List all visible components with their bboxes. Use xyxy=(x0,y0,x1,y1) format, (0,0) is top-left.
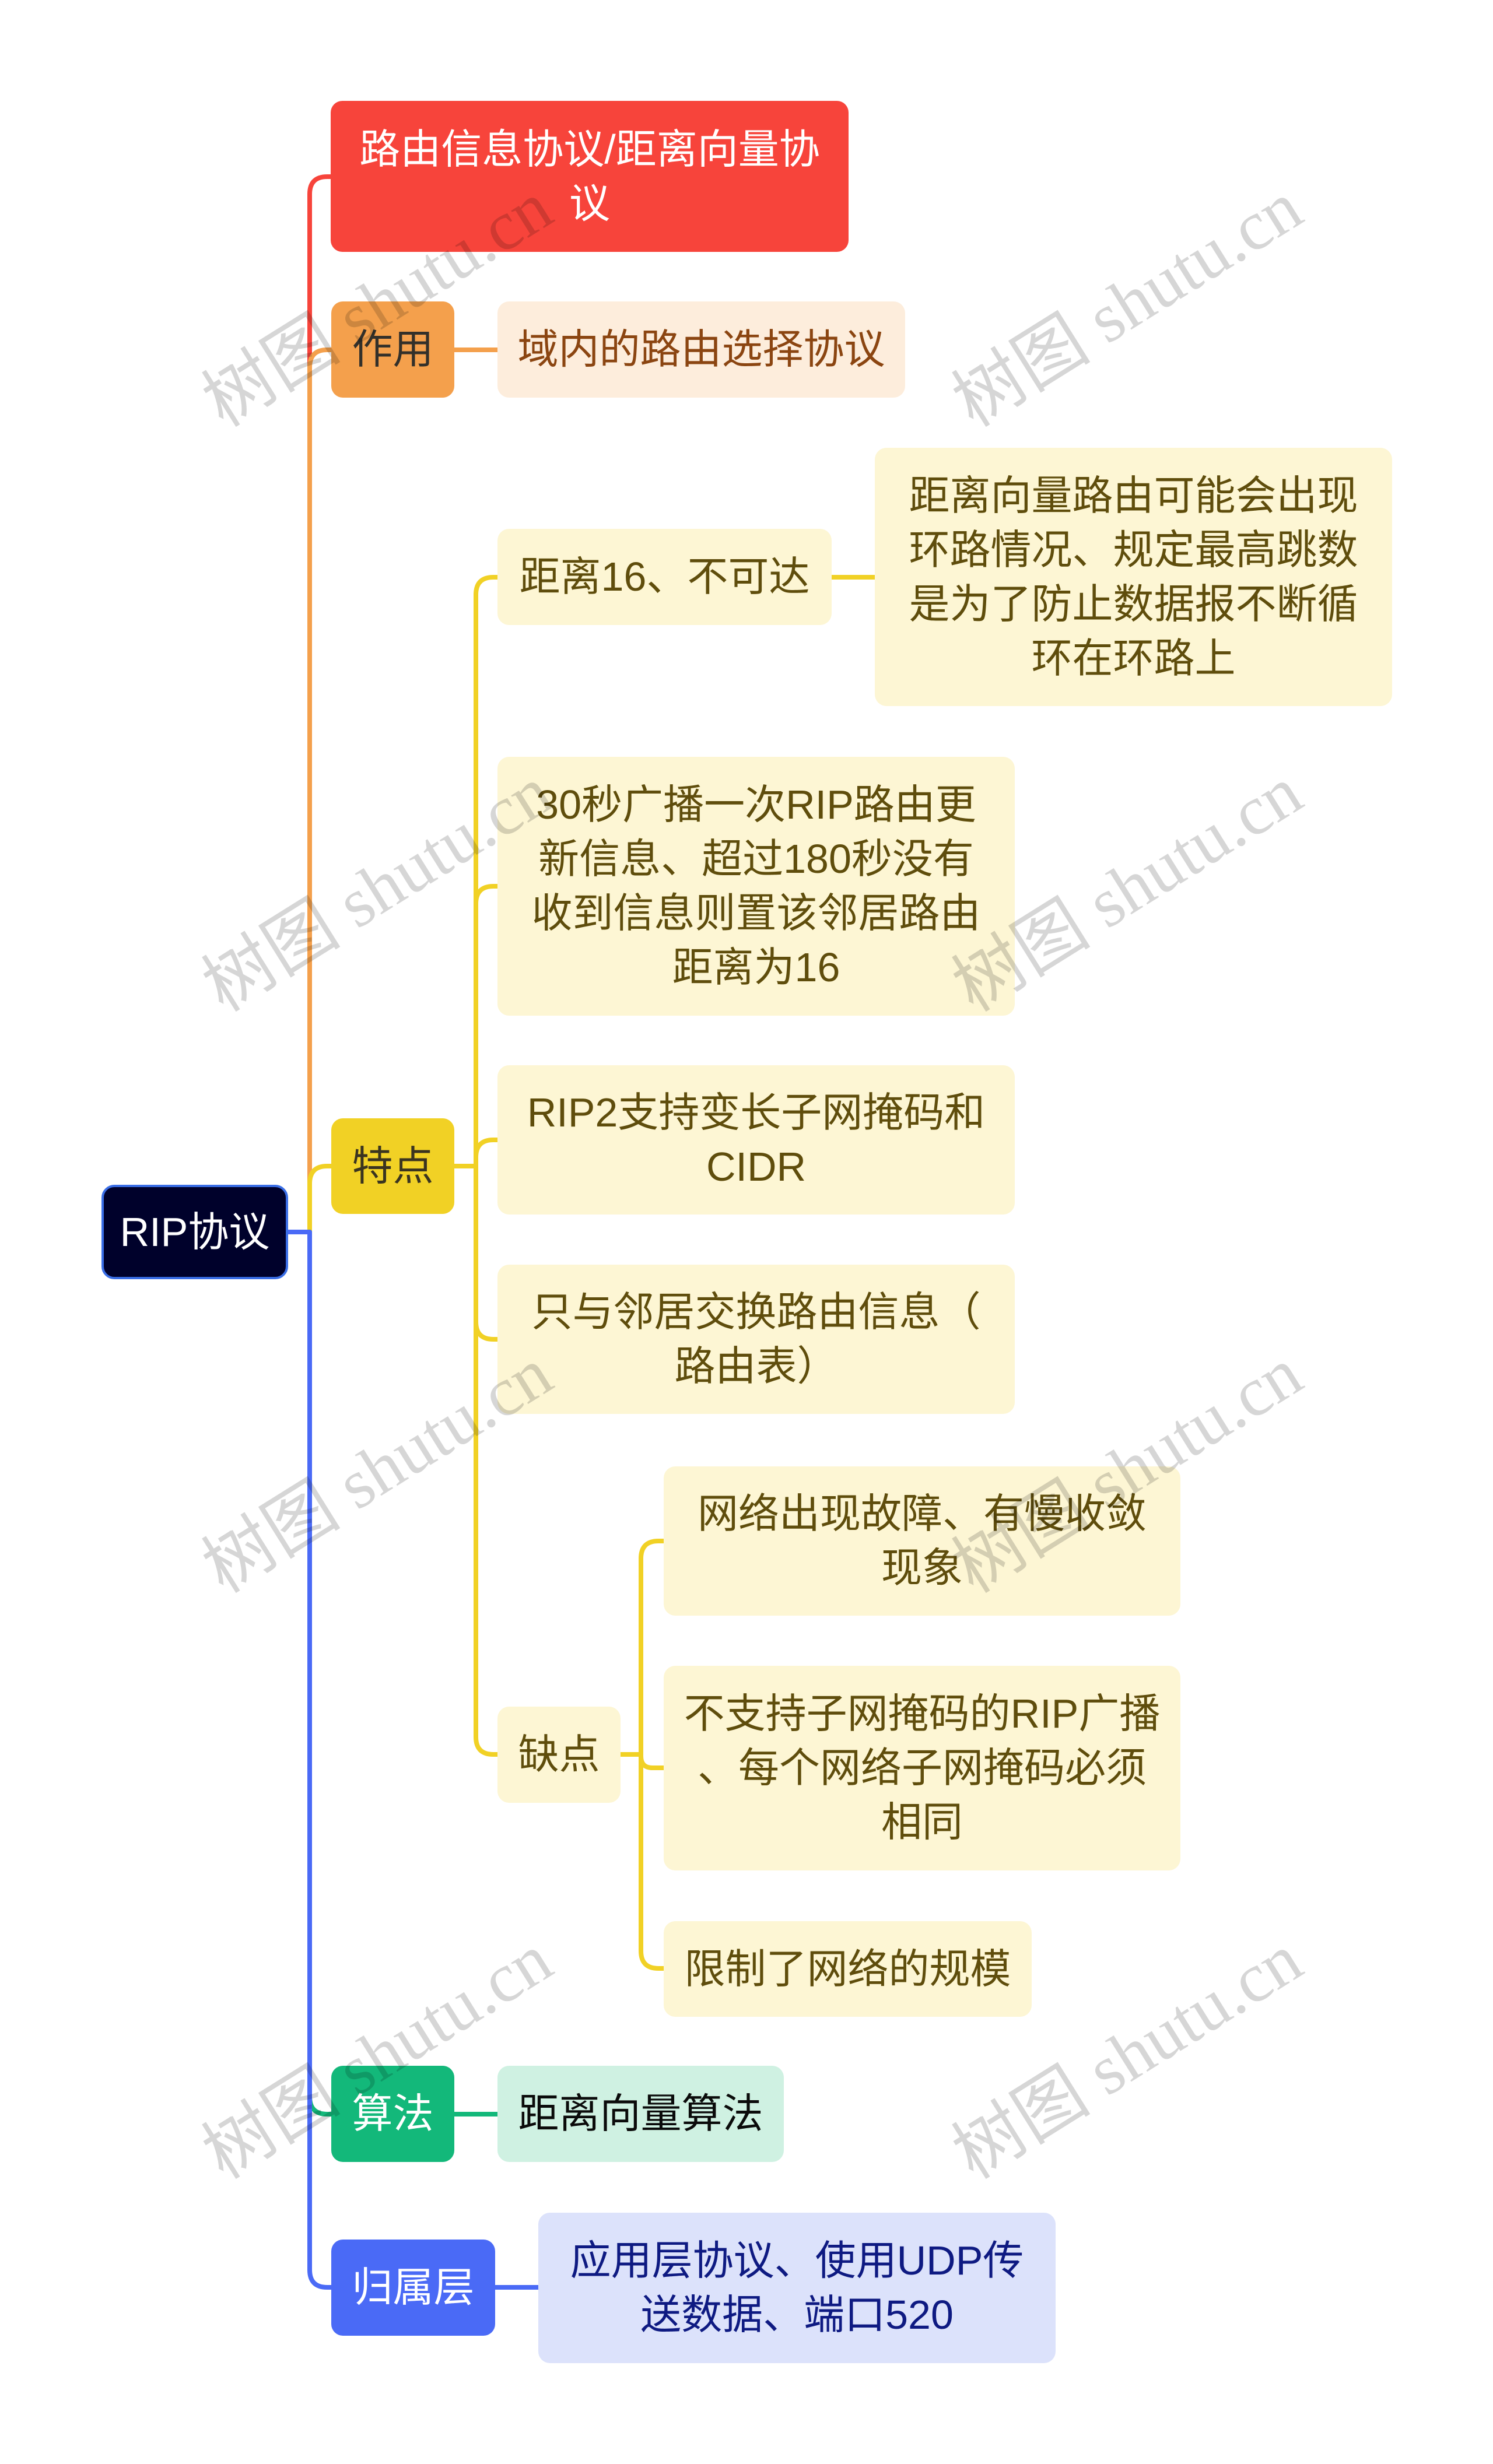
node-label: 归属层 xyxy=(352,2265,475,2310)
node-slow-convergence: 网络出现故障、有慢收敛 现象 xyxy=(664,1466,1180,1616)
node-intra-domain-routing: 域内的路由选择协议 xyxy=(497,301,905,398)
node-distance-16-unreachable: 距离16、不可达 xyxy=(497,529,832,625)
connector-drawbacks-to-scale-limit xyxy=(639,1754,664,1971)
node-label: 距离向量算法 xyxy=(518,2091,763,2136)
node-algorithm: 算法 xyxy=(331,2066,454,2162)
node-label: 距离向量路由可能会出现 环路情况、规定最高跳数 是为了防止数据报不断循 环在环路… xyxy=(909,472,1358,681)
node-function: 作用 xyxy=(331,301,454,398)
node-rip2-vlsm-cidr: RIP2支持变长子网掩码和 CIDR xyxy=(497,1065,1015,1215)
node-features: 特点 xyxy=(331,1118,454,1214)
node-label: 距离16、不可达 xyxy=(519,554,810,599)
node-label: 只与邻居交换路由信息（ 路由表） xyxy=(531,1289,981,1389)
connector-root-to-layer xyxy=(288,1230,331,2290)
root-node: RIP协议 xyxy=(101,1185,288,1279)
connector-root-to-features xyxy=(288,1164,331,1234)
node-drawbacks: 缺点 xyxy=(497,1707,621,1803)
node-label: 作用 xyxy=(352,327,434,372)
connector-features-to-broadcast xyxy=(474,884,497,1166)
connector-drawbacks-to-no-subnet xyxy=(639,1754,664,1770)
connector-root-to-function xyxy=(288,348,331,1234)
node-label: 不支持子网掩码的RIP广播 、每个网络子网掩码必须 相同 xyxy=(684,1691,1161,1845)
node-30s-broadcast: 30秒广播一次RIP路由更 新信息、超过180秒没有 收到信息则置该邻居路由 距… xyxy=(497,757,1015,1016)
node-label: 应用层协议、使用UDP传 送数据、端口520 xyxy=(570,2238,1024,2337)
connector-features-to-drawbacks xyxy=(474,1166,497,1757)
node-layer: 归属层 xyxy=(331,2240,495,2336)
connector-features-to-neighbor xyxy=(474,1166,497,1342)
node-label: 域内的路由选择协议 xyxy=(517,327,885,372)
node-label: RIP2支持变长子网掩码和 CIDR xyxy=(527,1090,986,1189)
root-node-label: RIP协议 xyxy=(120,1209,270,1255)
node-no-subnet-mask: 不支持子网掩码的RIP广播 、每个网络子网掩码必须 相同 xyxy=(664,1666,1180,1870)
node-neighbor-exchange: 只与邻居交换路由信息（ 路由表） xyxy=(497,1265,1015,1414)
node-distance-vector-algorithm: 距离向量算法 xyxy=(497,2066,784,2162)
node-label: 路由信息协议/距离向量协 议 xyxy=(359,126,820,226)
node-network-scale-limit: 限制了网络的规模 xyxy=(664,1921,1032,2017)
node-routing-info-protocol: 路由信息协议/距离向量协 议 xyxy=(331,101,849,252)
connector-features-to-distance16 xyxy=(474,575,497,1166)
mindmap-canvas: RIP协议 路由信息协议/距离向量协 议 作用 域内的路由选择协议 特点 距离1… xyxy=(0,0,1493,2464)
node-label: 特点 xyxy=(352,1143,434,1189)
node-label: 算法 xyxy=(352,2091,434,2136)
node-loop-prevention-note: 距离向量路由可能会出现 环路情况、规定最高跳数 是为了防止数据报不断循 环在环路… xyxy=(875,448,1392,706)
node-label: 缺点 xyxy=(518,1732,600,1777)
node-label: 30秒广播一次RIP路由更 新信息、超过180秒没有 收到信息则置该邻居路由 距… xyxy=(531,782,981,990)
node-application-layer-udp: 应用层协议、使用UDP传 送数据、端口520 xyxy=(538,2213,1056,2363)
node-label: 限制了网络的规模 xyxy=(684,1946,1011,1992)
connector-features-to-rip2 xyxy=(474,1138,497,1166)
connector-drawbacks-to-slow-convergence xyxy=(639,1539,664,1754)
node-label: 网络出现故障、有慢收敛 现象 xyxy=(698,1491,1147,1591)
